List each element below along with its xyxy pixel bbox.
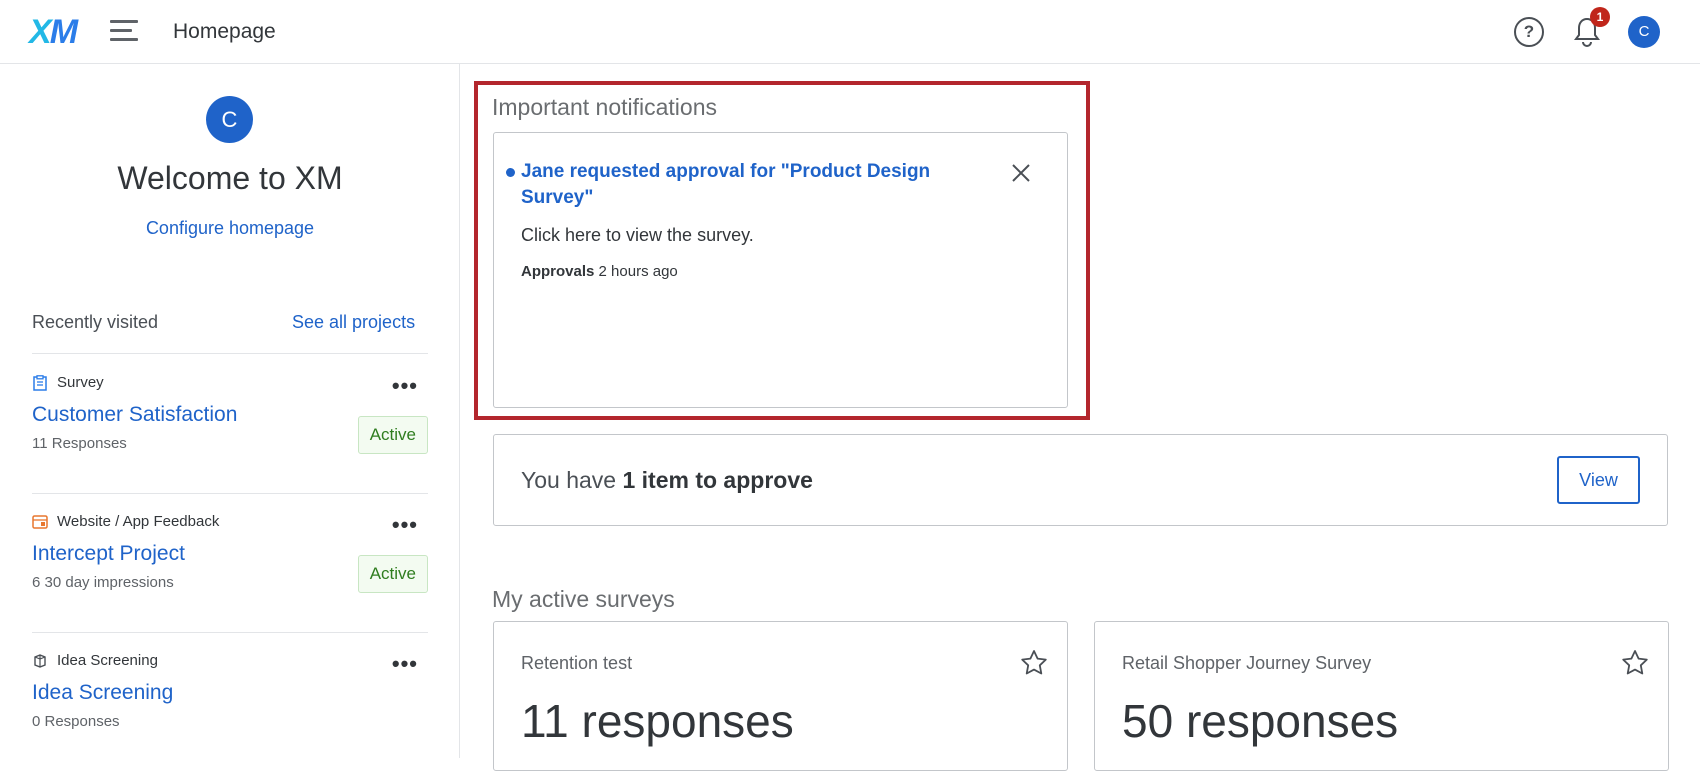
page-title: Homepage: [173, 20, 276, 43]
survey-card[interactable]: Retention test 11 responses: [493, 621, 1068, 771]
survey-icon: [32, 374, 48, 391]
more-options-button[interactable]: •••: [392, 653, 418, 675]
menu-icon[interactable]: [110, 20, 138, 44]
more-options-button[interactable]: •••: [392, 375, 418, 397]
sidebar: C Welcome to XM Configure homepage Recen…: [0, 64, 460, 758]
survey-response-count: 11 responses: [521, 695, 794, 747]
view-button[interactable]: View: [1557, 456, 1640, 504]
notification-count-badge: 1: [1590, 7, 1610, 27]
project-item[interactable]: Website / App Feedback ••• Intercept Pro…: [32, 493, 428, 623]
help-icon[interactable]: ?: [1514, 17, 1544, 47]
notification-category: Approvals: [521, 263, 595, 280]
notification-card[interactable]: Jane requested approval for "Product Des…: [493, 132, 1068, 408]
close-icon[interactable]: [1009, 161, 1033, 185]
project-name[interactable]: Idea Screening: [32, 681, 173, 705]
status-badge: Active: [357, 555, 428, 593]
notification-headline-link[interactable]: Jane requested approval for "Product Des…: [521, 159, 941, 211]
survey-card[interactable]: Retail Shopper Journey Survey 50 respons…: [1094, 621, 1669, 771]
welcome-heading: Welcome to XM: [117, 160, 343, 196]
project-type: Website / App Feedback: [57, 513, 220, 530]
project-stat: 11 Responses: [32, 435, 127, 452]
top-bar: XM Homepage ? 1 C: [0, 0, 1700, 64]
more-options-button[interactable]: •••: [392, 514, 418, 536]
status-badge: Active: [357, 416, 428, 454]
website-feedback-icon: [32, 514, 48, 530]
idea-screening-icon: [32, 653, 48, 669]
star-icon[interactable]: [1620, 648, 1650, 678]
approval-summary: You have 1 item to approve: [521, 467, 813, 493]
unread-dot: [506, 168, 515, 177]
xm-logo[interactable]: XM: [29, 15, 78, 49]
see-all-projects-link[interactable]: See all projects: [292, 312, 415, 333]
user-avatar[interactable]: C: [1628, 16, 1660, 48]
notification-meta: Approvals 2 hours ago: [521, 263, 678, 280]
project-type: Survey: [57, 374, 104, 391]
project-name[interactable]: Intercept Project: [32, 542, 185, 566]
survey-response-count: 50 responses: [1122, 695, 1399, 747]
recently-visited-heading: Recently visited: [32, 312, 159, 332]
project-stat: 0 Responses: [32, 713, 120, 730]
project-name[interactable]: Customer Satisfaction: [32, 403, 237, 427]
welcome-avatar: C: [206, 96, 253, 143]
project-item[interactable]: Idea Screening ••• Idea Screening 0 Resp…: [32, 632, 428, 762]
survey-name: Retail Shopper Journey Survey: [1122, 653, 1372, 673]
survey-name: Retention test: [521, 653, 633, 673]
notification-time: 2 hours ago: [598, 263, 678, 280]
approval-count: 1 item to approve: [622, 467, 813, 493]
active-surveys-heading: My active surveys: [492, 586, 675, 612]
star-icon[interactable]: [1019, 648, 1049, 678]
project-item[interactable]: Survey ••• Customer Satisfaction 11 Resp…: [32, 354, 428, 484]
project-stat: 6 30 day impressions: [32, 574, 174, 591]
project-type: Idea Screening: [57, 652, 158, 669]
approval-card: You have 1 item to approve View: [493, 434, 1668, 526]
configure-homepage-link[interactable]: Configure homepage: [0, 218, 460, 239]
notification-body: Click here to view the survey.: [521, 225, 754, 245]
